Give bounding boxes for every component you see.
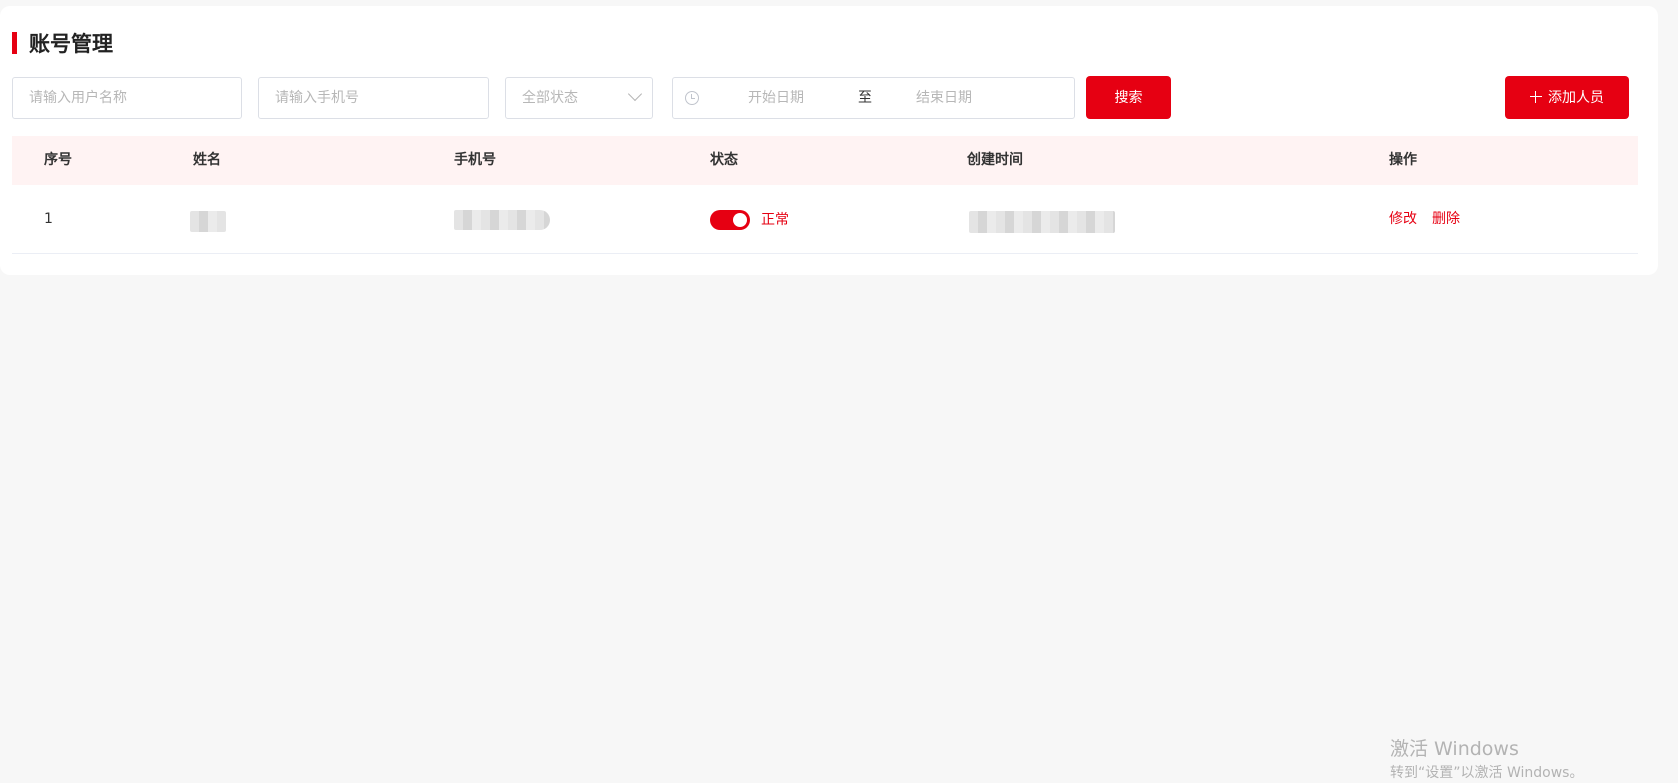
column-header-status: 状态 [710,152,738,168]
delete-link[interactable]: 删除 [1432,185,1460,253]
add-person-button-label: 添加人员 [1548,90,1604,106]
clock-icon [685,91,699,105]
status-toggle-knob [733,213,747,227]
redacted-name [190,211,226,232]
table-row: 1 正常 修改 删除 [12,185,1638,254]
status-select[interactable]: 全部状态 [505,77,653,119]
title-accent-bar [12,32,17,54]
watermark-subtitle: 转到“设置”以激活 Windows。 [1390,765,1584,781]
start-date-input[interactable]: 开始日期 [748,78,804,118]
edit-link[interactable]: 修改 [1389,185,1417,253]
redacted-created-time [969,211,1115,233]
windows-activation-watermark: 激活 Windows 转到“设置”以激活 Windows。 [1390,737,1583,783]
phone-search-input[interactable] [258,77,489,119]
status-toggle[interactable] [710,210,750,230]
status-select-value: 全部状态 [522,90,578,106]
status-label: 正常 [761,212,789,228]
date-range-separator: 至 [858,90,872,106]
plus-icon [1530,91,1542,103]
column-header-created-time: 创建时间 [967,152,1023,168]
redacted-phone [454,210,550,230]
search-button-label: 搜索 [1114,90,1143,106]
date-range-picker[interactable]: 开始日期 至 结束日期 [672,77,1075,119]
watermark-title: 激活 Windows [1390,738,1519,760]
column-header-name: 姓名 [193,152,221,168]
column-header-index: 序号 [44,152,72,168]
username-search-input[interactable] [12,77,242,119]
table-header: 序号 姓名 手机号 状态 创建时间 操作 [12,136,1638,185]
search-button[interactable]: 搜索 [1086,76,1171,119]
account-management-card: 账号管理 全部状态 开始日期 至 结束日期 搜索 添加人员 序号 姓名 手机号 … [0,6,1658,275]
column-header-actions: 操作 [1389,152,1417,168]
chevron-down-icon [627,86,643,102]
end-date-input[interactable]: 结束日期 [916,78,972,118]
column-header-phone: 手机号 [454,152,496,168]
row-index: 1 [44,211,53,227]
add-person-button[interactable]: 添加人员 [1505,76,1629,119]
page-title: 账号管理 [29,33,113,56]
